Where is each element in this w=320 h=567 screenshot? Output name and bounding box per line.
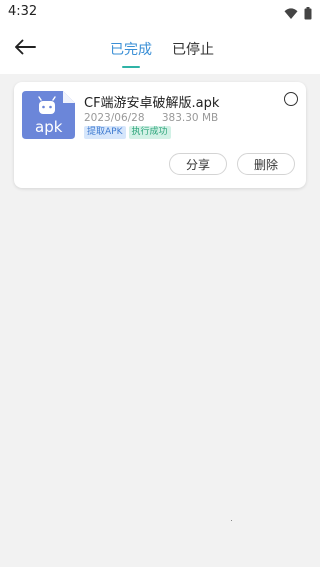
status-icons [284, 5, 312, 24]
status-bar: 4:32 [0, 0, 320, 24]
file-size: 383.30 MB [161, 112, 219, 124]
wifi-icon [284, 5, 298, 24]
status-time: 4:32 [8, 4, 38, 19]
file-name: CF端游安卓破解版.apk [84, 96, 220, 111]
file-date: 2023/06/28 [84, 112, 145, 124]
tag-success: 执行成功 [128, 126, 171, 139]
tab-stopped[interactable]: 已停止 [172, 39, 214, 59]
file-meta: 2023/06/28 383.30 MB [84, 112, 218, 124]
battery-icon [304, 5, 312, 24]
active-tab-indicator [122, 66, 140, 68]
background-dot [231, 520, 232, 521]
share-button[interactable]: 分享 [169, 153, 227, 175]
apk-file-icon: apk [22, 91, 75, 139]
delete-button[interactable]: 删除 [237, 153, 295, 175]
header: 已完成 已停止 [0, 24, 320, 74]
tag-extract-apk: 提取APK [84, 126, 126, 139]
select-radio[interactable] [284, 92, 298, 106]
tab-completed[interactable]: 已完成 [110, 39, 152, 59]
download-card: apk CF端游安卓破解版.apk 2023/06/28 383.30 MB 提… [14, 82, 306, 188]
apk-icon-label: apk [35, 118, 63, 136]
back-arrow-icon [14, 39, 36, 59]
status-tags: 提取APK 执行成功 [84, 126, 171, 139]
back-button[interactable] [12, 36, 38, 62]
